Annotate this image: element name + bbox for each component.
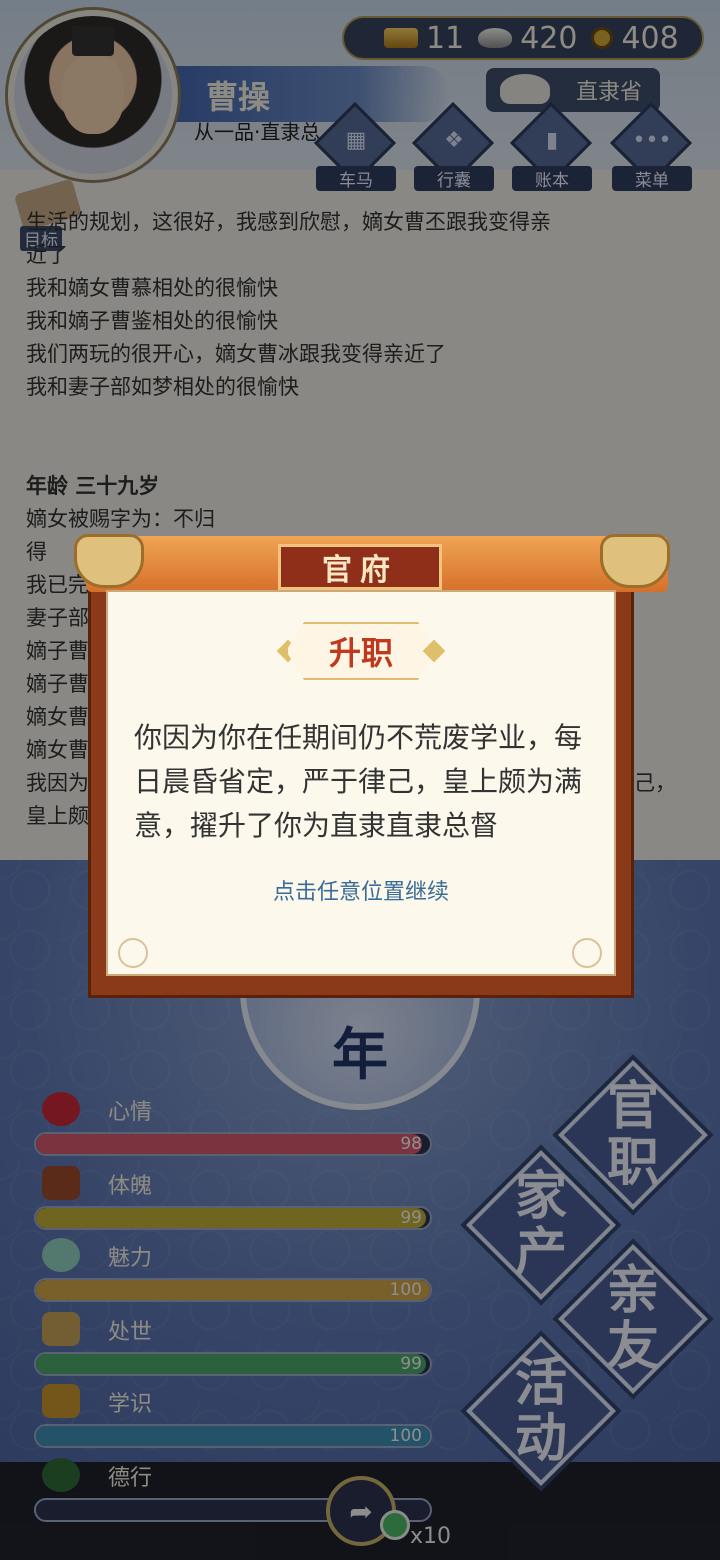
cloud-ornament-icon bbox=[74, 534, 144, 588]
promotion-badge: 升职 bbox=[286, 622, 436, 680]
cloud-ornament-icon bbox=[600, 534, 670, 588]
modal-message: 你因为你在任期间仍不荒废学业，每日晨昏省定，严于律己，皇上颇为满意，擢升了你为直… bbox=[134, 721, 583, 842]
corner-ornament-icon bbox=[572, 938, 602, 968]
modal-title: 官府 bbox=[278, 544, 442, 590]
continue-hint[interactable]: 点击任意位置继续 bbox=[106, 874, 616, 906]
corner-ornament-icon bbox=[118, 938, 148, 968]
